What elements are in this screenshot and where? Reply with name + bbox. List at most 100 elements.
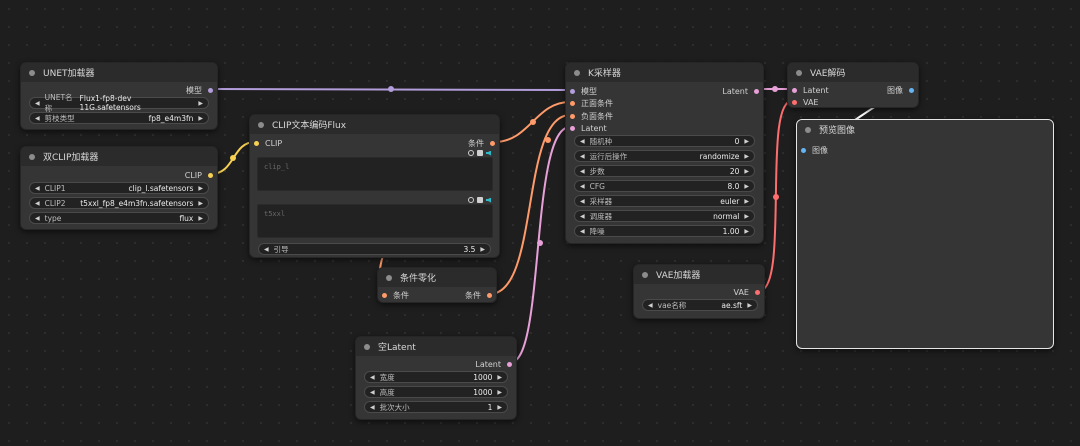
collapse-dot-icon[interactable] xyxy=(29,69,35,76)
arrow-left-icon[interactable]: ◀ xyxy=(580,153,585,160)
circle-icon[interactable] xyxy=(468,150,474,156)
batch-size-number[interactable]: ◀ 批次大小 1 ▶ xyxy=(364,401,508,413)
arrow-left-icon[interactable]: ◀ xyxy=(580,213,585,220)
arrow-right-icon[interactable]: ▶ xyxy=(744,153,749,160)
input-dot-icon[interactable] xyxy=(570,113,575,119)
output-dot-icon[interactable] xyxy=(208,172,213,178)
input-dot-icon[interactable] xyxy=(570,88,575,94)
input-dot-icon[interactable] xyxy=(801,147,806,153)
arrow-left-icon[interactable]: ◀ xyxy=(370,404,375,411)
type-combo[interactable]: ◀ type flux ▶ xyxy=(29,212,209,224)
height-number[interactable]: ◀ 高度 1000 ▶ xyxy=(364,386,508,398)
node-title-bar[interactable]: UNET加载器 xyxy=(21,63,217,82)
arrow-right-icon[interactable]: ▶ xyxy=(480,246,485,253)
arrow-left-icon[interactable]: ◀ xyxy=(35,215,40,222)
arrow-right-icon[interactable]: ▶ xyxy=(744,198,749,205)
conditioning-zero-out-node[interactable]: 条件零化 条件 条件 xyxy=(377,267,497,303)
preview-image-node[interactable]: 预览图像 图像 xyxy=(796,119,1054,349)
arrow-left-icon[interactable]: ◀ xyxy=(580,168,585,175)
collapse-dot-icon[interactable] xyxy=(805,126,811,133)
vae-loader-node[interactable]: VAE加载器 VAE ◀ vae名称 ae.sft ▶ xyxy=(633,264,765,319)
output-dot-icon[interactable] xyxy=(909,87,914,93)
collapse-dot-icon[interactable] xyxy=(796,69,802,76)
arrow-right-icon[interactable]: ▶ xyxy=(198,185,203,192)
arrow-right-icon[interactable]: ▶ xyxy=(744,213,749,220)
scheduler-combo[interactable]: ◀ 调度器 normal ▶ xyxy=(574,210,755,222)
speaker-icon[interactable] xyxy=(486,150,491,156)
checkbox-icon[interactable] xyxy=(477,197,483,203)
arrow-left-icon[interactable]: ◀ xyxy=(35,100,40,107)
dual-clip-loader-node[interactable]: 双CLIP加载器 CLIP ◀ CLIP1 clip_l.safetensors ▶ … xyxy=(20,146,218,230)
input-slot-negative[interactable]: 负面条件 xyxy=(570,110,613,122)
unet-loader-node[interactable]: UNET加载器 模型 ◀ UNET名称 Flux1-fp8-dev 11G.safe… xyxy=(20,62,218,130)
clip-text-encode-flux-node[interactable]: CLIP文本编码Flux CLIP 条件 clip_l t5xxl ◀ 引导 3.5… xyxy=(249,114,500,258)
output-slot-vae[interactable]: VAE xyxy=(734,286,760,298)
arrow-right-icon[interactable]: ▶ xyxy=(744,168,749,175)
output-dot-icon[interactable] xyxy=(208,87,213,93)
node-title-bar[interactable]: 条件零化 xyxy=(378,268,496,287)
arrow-right-icon[interactable]: ▶ xyxy=(497,374,502,381)
input-slot-vae[interactable]: VAE xyxy=(792,96,819,107)
collapse-dot-icon[interactable] xyxy=(386,274,392,281)
steps-number[interactable]: ◀ 步数 20 ▶ xyxy=(574,165,755,177)
collapse-dot-icon[interactable] xyxy=(29,153,35,160)
node-title-bar[interactable]: CLIP文本编码Flux xyxy=(250,115,499,134)
input-slot-positive[interactable]: 正面条件 xyxy=(570,97,613,109)
arrow-left-icon[interactable]: ◀ xyxy=(580,138,585,145)
output-slot-latent[interactable]: Latent xyxy=(475,358,512,370)
arrow-left-icon[interactable]: ◀ xyxy=(370,374,375,381)
node-title-bar[interactable]: 双CLIP加载器 xyxy=(21,147,217,166)
input-dot-icon[interactable] xyxy=(570,100,575,106)
arrow-right-icon[interactable]: ▶ xyxy=(744,138,749,145)
arrow-left-icon[interactable]: ◀ xyxy=(580,183,585,190)
collapse-dot-icon[interactable] xyxy=(258,121,264,128)
arrow-left-icon[interactable]: ◀ xyxy=(370,389,375,396)
arrow-right-icon[interactable]: ▶ xyxy=(198,100,203,107)
arrow-left-icon[interactable]: ◀ xyxy=(35,200,40,207)
input-slot-model[interactable]: 模型 xyxy=(570,85,597,97)
node-title-bar[interactable]: 空Latent xyxy=(356,337,516,356)
arrow-right-icon[interactable]: ▶ xyxy=(198,115,203,122)
input-dot-icon[interactable] xyxy=(382,292,387,298)
arrow-left-icon[interactable]: ◀ xyxy=(648,302,653,309)
input-dot-icon[interactable] xyxy=(792,87,797,93)
circle-icon[interactable] xyxy=(468,197,474,203)
output-dot-icon[interactable] xyxy=(490,140,495,146)
arrow-right-icon[interactable]: ▶ xyxy=(744,228,749,235)
input-slot-clip[interactable]: CLIP xyxy=(254,137,282,149)
arrow-left-icon[interactable]: ◀ xyxy=(264,246,269,253)
vae-name-combo[interactable]: ◀ vae名称 ae.sft ▶ xyxy=(642,299,758,311)
arrow-left-icon[interactable]: ◀ xyxy=(580,228,585,235)
clip2-combo[interactable]: ◀ CLIP2 t5xxl_fp8_e4m3fn.safetensors ▶ xyxy=(29,197,209,209)
unet-name-combo[interactable]: ◀ UNET名称 Flux1-fp8-dev 11G.safetensors ▶ xyxy=(29,93,209,113)
input-dot-icon[interactable] xyxy=(792,99,797,105)
input-slot-latent[interactable]: Latent xyxy=(792,84,829,96)
arrow-left-icon[interactable]: ◀ xyxy=(580,198,585,205)
t5xxl-textarea[interactable]: t5xxl xyxy=(257,204,493,238)
seed-number[interactable]: ◀ 随机种 0 ▶ xyxy=(574,135,755,147)
output-dot-icon[interactable] xyxy=(507,361,512,367)
output-slot-conditioning[interactable]: 条件 xyxy=(465,289,492,301)
collapse-dot-icon[interactable] xyxy=(364,343,370,350)
arrow-right-icon[interactable]: ▶ xyxy=(497,404,502,411)
empty-latent-node[interactable]: 空Latent Latent ◀ 宽度 1000 ▶ ◀ 高度 1000 ▶ ◀ 批次大小 1 ▶ xyxy=(355,336,517,420)
output-dot-icon[interactable] xyxy=(487,292,492,298)
output-slot-image[interactable]: 图像 xyxy=(887,84,914,96)
arrow-right-icon[interactable]: ▶ xyxy=(198,200,203,207)
collapse-dot-icon[interactable] xyxy=(642,271,648,278)
control-after-generate-combo[interactable]: ◀ 运行后操作 randomize ▶ xyxy=(574,150,755,162)
arrow-left-icon[interactable]: ◀ xyxy=(35,115,40,122)
cfg-number[interactable]: ◀ CFG 8.0 ▶ xyxy=(574,180,755,192)
denoise-number[interactable]: ◀ 降噪 1.00 ▶ xyxy=(574,225,755,237)
clip-l-textarea[interactable]: clip_l xyxy=(257,157,493,191)
input-slot-image[interactable]: 图像 xyxy=(801,144,828,156)
node-title-bar[interactable]: VAE加载器 xyxy=(634,265,764,284)
arrow-right-icon[interactable]: ▶ xyxy=(497,389,502,396)
output-slot-latent[interactable]: Latent xyxy=(722,85,759,97)
output-dot-icon[interactable] xyxy=(754,88,759,94)
arrow-left-icon[interactable]: ◀ xyxy=(35,185,40,192)
node-title-bar[interactable]: 预览图像 xyxy=(797,120,1053,139)
ksampler-node[interactable]: K采样器 模型 正面条件 负面条件 Latent Latent ◀ 随机种 0 ▶ ◀… xyxy=(565,62,764,244)
output-dot-icon[interactable] xyxy=(755,289,760,295)
width-number[interactable]: ◀ 宽度 1000 ▶ xyxy=(364,371,508,383)
